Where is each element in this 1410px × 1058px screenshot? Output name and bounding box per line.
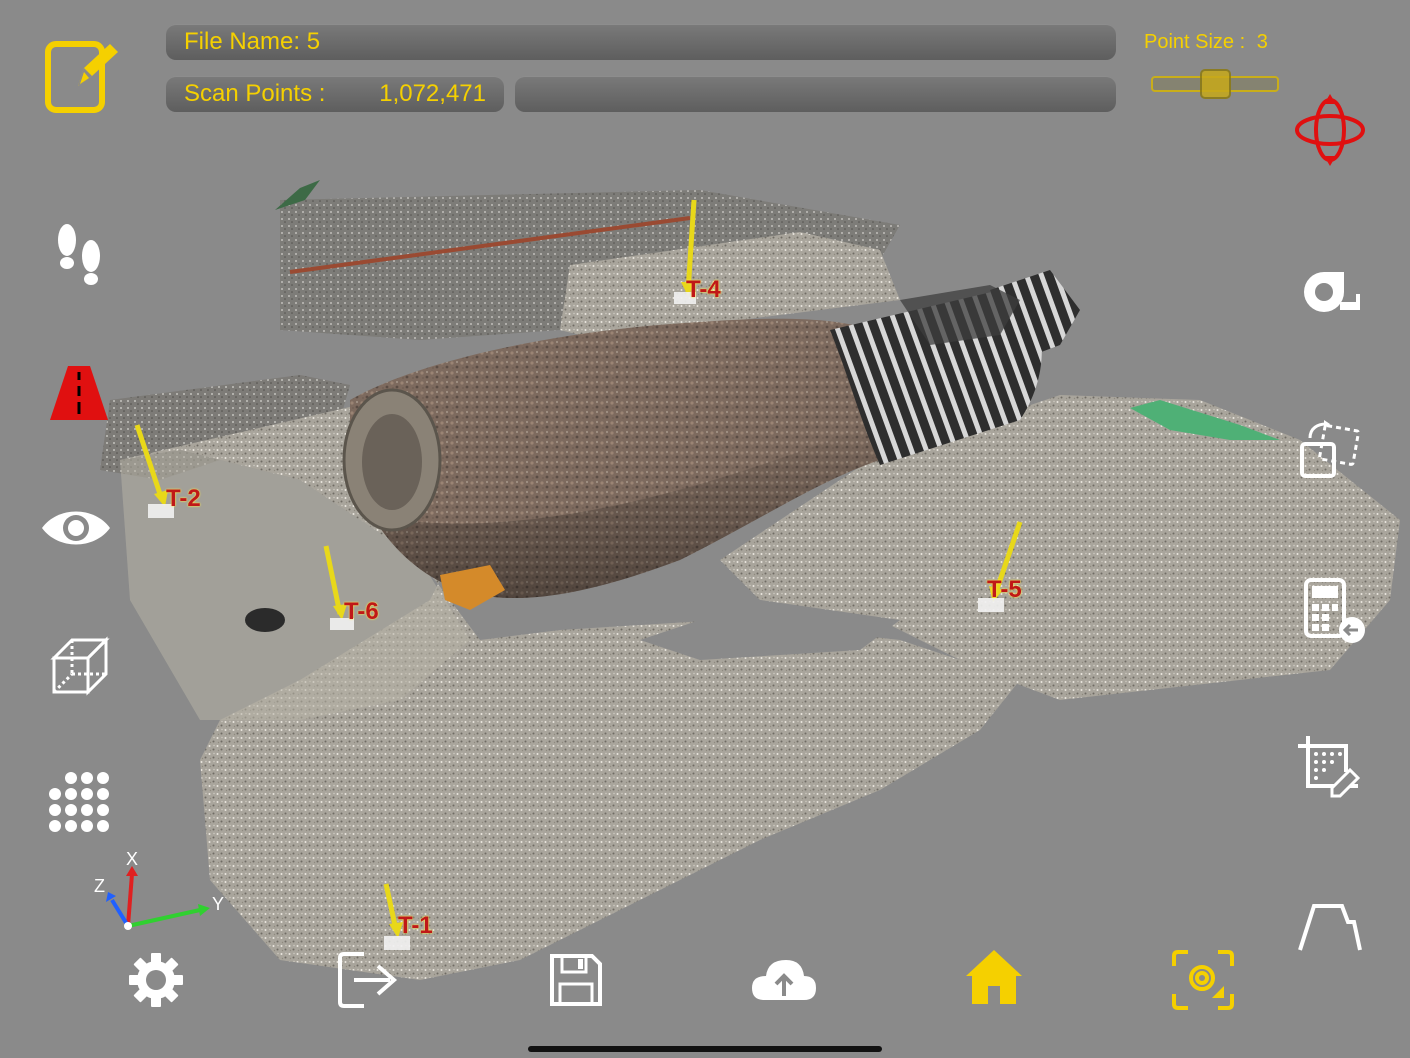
pipe-end-inner (362, 414, 422, 510)
file-name-label: File Name: 5 (184, 28, 321, 55)
scan-points-value: 1,072,471 (379, 80, 486, 107)
target-label-t2: T-2 (166, 485, 201, 512)
transform-icon[interactable] (1298, 420, 1364, 482)
target-label-t6: T-6 (344, 598, 379, 625)
target-label-t4: T-4 (686, 276, 721, 303)
slab-hole (245, 608, 285, 632)
axis-label-x: X (126, 849, 139, 869)
point-grid-icon[interactable] (46, 770, 112, 834)
road-warning-icon[interactable] (50, 366, 108, 420)
eye-icon[interactable] (40, 504, 112, 552)
point-size-label: Point Size : (1144, 31, 1246, 53)
calculator-icon[interactable] (1304, 578, 1366, 644)
target-label-t5: T-5 (987, 576, 1022, 603)
save-icon[interactable] (548, 952, 604, 1008)
cube-icon[interactable] (50, 636, 110, 696)
point-size-slider-thumb[interactable] (1200, 69, 1231, 99)
scan-camera-icon[interactable] (1172, 950, 1234, 1010)
point-size-readout: Point Size : 3 (1144, 31, 1284, 57)
cloud-upload-icon[interactable] (750, 956, 818, 1004)
target-label-t1: T-1 (398, 912, 433, 939)
exit-icon[interactable] (338, 952, 398, 1008)
orbit-icon[interactable] (1294, 94, 1366, 166)
axis-gizmo (106, 866, 210, 930)
axis-label-y: Y (212, 894, 225, 914)
point-size-value: 3 (1256, 31, 1268, 53)
tape-measure-icon[interactable] (1300, 268, 1362, 314)
home-icon[interactable] (964, 948, 1024, 1006)
edit-icon[interactable] (44, 38, 122, 116)
scan-points-label: Scan Points : (184, 80, 326, 107)
scan-points-bar: Scan Points : 1,072,471 (166, 76, 504, 112)
axis-label-z: Z (94, 876, 105, 896)
status-bar (515, 76, 1116, 112)
settings-icon[interactable] (128, 952, 184, 1008)
home-indicator-bar[interactable] (528, 1046, 882, 1052)
crop-icon[interactable] (1298, 736, 1362, 798)
profile-icon[interactable] (1298, 902, 1362, 952)
file-name-bar: File Name: 5 (166, 24, 1116, 60)
footsteps-icon[interactable] (52, 222, 106, 290)
